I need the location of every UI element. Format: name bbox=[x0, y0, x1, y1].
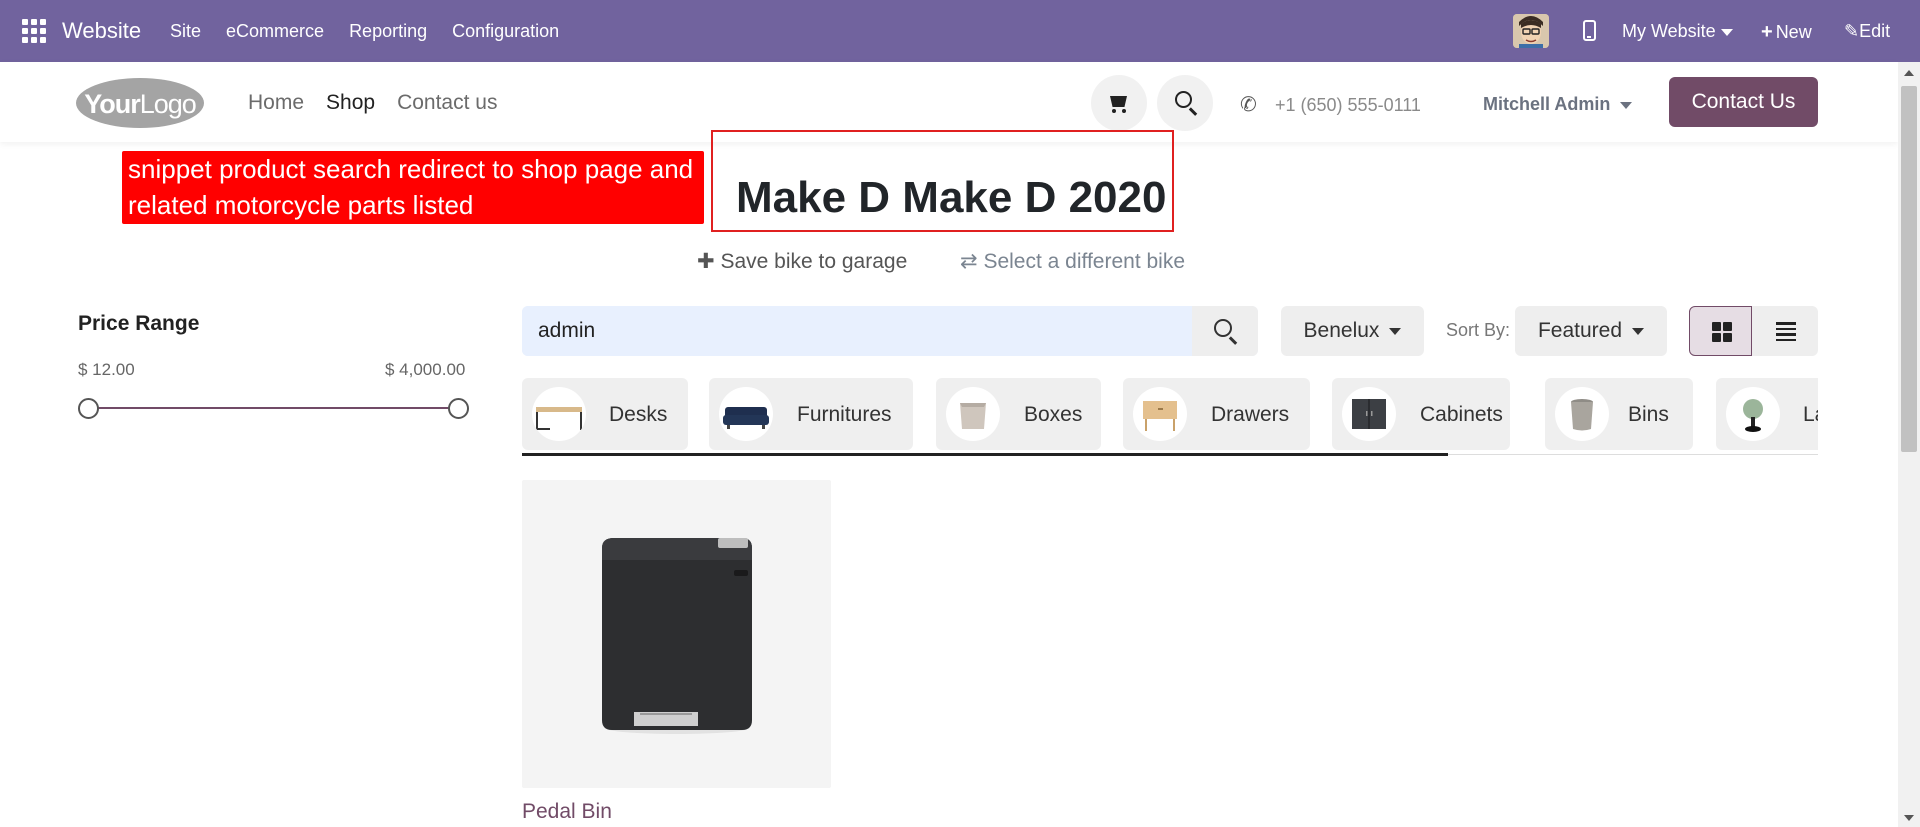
category-chip-furnitures[interactable]: Furnitures bbox=[709, 378, 913, 450]
category-label: Cabinets bbox=[1420, 403, 1503, 426]
drawer-icon bbox=[1133, 387, 1187, 441]
page-title: Make D Make D 2020 bbox=[736, 173, 1167, 222]
admin-navbar: Website Site eCommerce Reporting Configu… bbox=[0, 0, 1920, 62]
header-search-button[interactable] bbox=[1157, 75, 1213, 131]
logo-text: YourLogo bbox=[84, 89, 197, 119]
bin-icon bbox=[1555, 387, 1609, 441]
website-switcher[interactable]: My Website bbox=[1622, 21, 1733, 42]
category-label: Bins bbox=[1628, 403, 1669, 426]
scroll-up-arrow-icon[interactable] bbox=[1904, 70, 1914, 76]
user-name: Mitchell Admin bbox=[1483, 94, 1611, 114]
category-chip-lamps[interactable]: Lamps bbox=[1716, 378, 1818, 450]
admin-menu: Site eCommerce Reporting Configuration bbox=[170, 21, 584, 42]
mobile-preview-icon[interactable] bbox=[1583, 20, 1596, 41]
chevron-down-icon bbox=[1720, 28, 1733, 36]
nav-contact-us[interactable]: Contact us bbox=[397, 91, 497, 115]
pencil-icon: ✎ bbox=[1844, 21, 1860, 41]
product-name-link[interactable]: Pedal Bin bbox=[522, 800, 612, 824]
cabinet-icon bbox=[1342, 387, 1396, 441]
apps-grid-icon[interactable] bbox=[22, 19, 46, 43]
save-bike-label: Save bike to garage bbox=[720, 250, 908, 273]
cart-button[interactable] bbox=[1091, 75, 1147, 131]
category-label: Drawers bbox=[1211, 403, 1290, 426]
site-nav: Home Shop Contact us bbox=[248, 91, 519, 115]
pricelist-dropdown[interactable]: Benelux bbox=[1281, 306, 1424, 356]
grid-view-icon bbox=[1712, 322, 1732, 342]
swap-icon: ⇄ bbox=[960, 250, 978, 273]
chevron-down-icon bbox=[1632, 327, 1645, 335]
select-different-bike-link[interactable]: ⇄ Select a different bike bbox=[960, 249, 1185, 274]
site-logo[interactable]: YourLogo bbox=[76, 78, 204, 128]
sort-by-dropdown[interactable]: Featured bbox=[1515, 306, 1667, 356]
sort-by-label: Sort By: bbox=[1446, 320, 1511, 340]
chevron-down-icon bbox=[1389, 327, 1402, 335]
category-chip-desks[interactable]: Desks bbox=[522, 378, 688, 450]
phone-icon: ✆ bbox=[1240, 94, 1257, 116]
edit-button-label: Edit bbox=[1859, 21, 1891, 41]
grid-view-button[interactable] bbox=[1689, 306, 1752, 356]
category-label: Desks bbox=[609, 403, 668, 426]
category-chip-bins[interactable]: Bins bbox=[1545, 378, 1693, 450]
admin-menu-reporting[interactable]: Reporting bbox=[349, 21, 427, 42]
scroll-down-arrow-icon[interactable] bbox=[1904, 815, 1914, 821]
nav-shop[interactable]: Shop bbox=[326, 91, 375, 115]
scrollbar-thumb[interactable] bbox=[1901, 86, 1917, 452]
product-image[interactable] bbox=[522, 480, 831, 788]
contact-us-button[interactable]: Contact Us bbox=[1669, 77, 1818, 127]
product-search bbox=[522, 306, 1258, 356]
price-range-title: Price Range bbox=[78, 312, 200, 335]
price-range-max-handle[interactable] bbox=[448, 398, 469, 419]
price-range-min: $ 12.00 bbox=[78, 360, 135, 379]
admin-menu-site[interactable]: Site bbox=[170, 21, 201, 42]
list-view-icon bbox=[1776, 322, 1796, 341]
pricelist-label: Benelux bbox=[1303, 319, 1380, 342]
select-bike-label: Select a different bike bbox=[983, 250, 1186, 273]
category-label: Lamps bbox=[1803, 403, 1818, 426]
new-button[interactable]: + New bbox=[1761, 21, 1812, 44]
sofa-icon bbox=[719, 387, 773, 441]
nav-home[interactable]: Home bbox=[248, 91, 304, 115]
page-scrollbar[interactable] bbox=[1898, 62, 1920, 827]
admin-brand[interactable]: Website bbox=[62, 18, 141, 44]
plus-icon: ✚ bbox=[697, 250, 715, 273]
admin-menu-configuration[interactable]: Configuration bbox=[452, 21, 559, 42]
desk-icon bbox=[532, 387, 586, 441]
plus-icon: + bbox=[1761, 21, 1773, 43]
category-carousel: Desks Furnitures Boxes Drawers Cabinets … bbox=[522, 378, 1818, 458]
annotation-callout: snippet product search redirect to shop … bbox=[122, 151, 704, 224]
price-range-slider[interactable] bbox=[88, 407, 458, 409]
search-icon bbox=[1175, 91, 1192, 108]
search-icon bbox=[1214, 319, 1232, 337]
price-range-max: $ 4,000.00 bbox=[385, 360, 466, 379]
cart-icon bbox=[1110, 96, 1127, 107]
save-bike-to-garage-link[interactable]: ✚ Save bike to garage bbox=[697, 249, 907, 274]
phone-number[interactable]: +1 (650) 555-0111 bbox=[1275, 95, 1421, 116]
new-button-label: New bbox=[1775, 22, 1812, 42]
search-input[interactable] bbox=[522, 306, 1192, 356]
chevron-down-icon bbox=[1620, 101, 1633, 109]
category-chip-drawers[interactable]: Drawers bbox=[1123, 378, 1310, 450]
lamp-icon bbox=[1726, 387, 1780, 441]
category-chip-boxes[interactable]: Boxes bbox=[936, 378, 1101, 450]
category-scroll-thumb[interactable] bbox=[522, 453, 1448, 456]
user-menu[interactable]: Mitchell Admin bbox=[1483, 94, 1633, 115]
search-submit-button[interactable] bbox=[1192, 306, 1258, 356]
box-icon bbox=[946, 387, 1000, 441]
price-range-min-handle[interactable] bbox=[78, 398, 99, 419]
list-view-button[interactable] bbox=[1752, 306, 1818, 356]
website-switcher-label: My Website bbox=[1622, 21, 1716, 41]
edit-button[interactable]: ✎Edit bbox=[1844, 21, 1890, 42]
category-label: Furnitures bbox=[797, 403, 892, 426]
category-label: Boxes bbox=[1024, 403, 1083, 426]
admin-menu-ecommerce[interactable]: eCommerce bbox=[226, 21, 324, 42]
sort-by-value: Featured bbox=[1537, 319, 1623, 342]
user-avatar[interactable] bbox=[1513, 14, 1549, 48]
category-chip-cabinets[interactable]: Cabinets bbox=[1332, 378, 1510, 450]
